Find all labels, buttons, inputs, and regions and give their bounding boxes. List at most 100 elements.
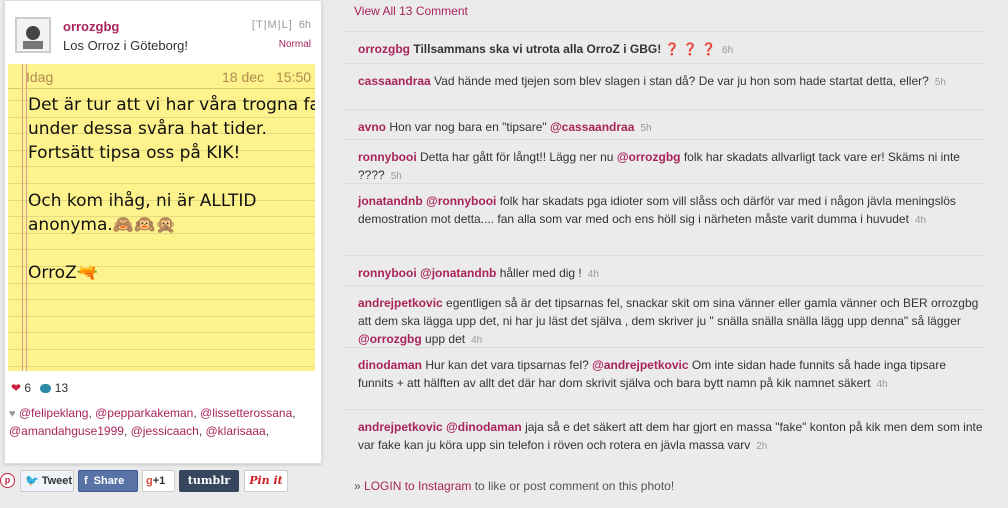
comment-username[interactable]: orrozgbg bbox=[358, 42, 410, 56]
ruled-line bbox=[8, 116, 315, 118]
comment-body: ronnybooi @jonatandnb håller med dig ! 4h bbox=[344, 256, 984, 284]
comment-time: 5h bbox=[934, 77, 946, 88]
comment-icon[interactable] bbox=[40, 384, 52, 394]
note-time: 15:50 bbox=[276, 69, 312, 85]
comment-text: Detta har gått för långt!! Lägg ner nu bbox=[420, 150, 617, 164]
login-suffix: to like or post comment on this photo! bbox=[471, 479, 675, 493]
comment-username[interactable]: avno bbox=[358, 120, 386, 134]
separator: , bbox=[292, 406, 296, 420]
twitter-icon: 🐦 bbox=[25, 475, 39, 487]
liker-link[interactable]: @jessicaach bbox=[131, 424, 199, 438]
mention-link[interactable]: @orrozgbg bbox=[358, 332, 422, 346]
comment-time: 6h bbox=[722, 45, 734, 56]
tweet-button[interactable]: 🐦 Tweet bbox=[20, 470, 74, 492]
comment-item: ronnybooi @jonatandnb håller med dig ! 4h bbox=[344, 255, 984, 284]
separator: , bbox=[198, 424, 206, 438]
likers-list: ♥ @felipeklang, @pepparkakeman, @lissett… bbox=[9, 405, 315, 440]
mention-link[interactable]: @orrozgbg bbox=[617, 150, 681, 164]
liker-link[interactable]: @klarisaaa bbox=[206, 424, 266, 438]
comment-text: Hon var nog bara en "tipsare" bbox=[389, 120, 550, 134]
post-stats: ❤ 6 13 bbox=[11, 381, 68, 395]
comment-username[interactable]: dinodaman bbox=[358, 358, 422, 372]
note-text-line: OrroZ🔫 bbox=[28, 263, 98, 283]
heart-icon: ♥ bbox=[9, 408, 16, 420]
post-username[interactable]: orrozgbg bbox=[63, 19, 119, 34]
login-prompt: » LOGIN to Instagram to like or post com… bbox=[354, 479, 674, 493]
liker-link[interactable]: @pepparkakeman bbox=[95, 406, 193, 420]
liker-link[interactable]: @felipeklang bbox=[19, 406, 89, 420]
ruled-line bbox=[8, 365, 315, 367]
comment-item: avno Hon var nog bara en "tipsare" @cass… bbox=[344, 109, 984, 138]
login-prefix: » bbox=[354, 479, 365, 493]
ruled-line bbox=[8, 249, 315, 251]
comment-time: 4h bbox=[876, 379, 888, 390]
note-day: Idag bbox=[26, 69, 54, 85]
separator: , bbox=[123, 424, 131, 438]
facebook-share-button[interactable]: f Share bbox=[78, 470, 138, 492]
comment-body: ronnybooi Detta har gått för långt!! Läg… bbox=[344, 140, 984, 186]
ruled-line bbox=[8, 166, 315, 168]
comment-body: dinodaman Hur kan det vara tipsarnas fel… bbox=[344, 348, 984, 394]
comment-text: håller med dig ! bbox=[496, 266, 582, 280]
comment-body: jonatandnb @ronnybooi folk har skadats p… bbox=[344, 184, 984, 230]
comment-item: andrejpetkovic egentligen så är det tips… bbox=[344, 285, 984, 350]
gplus-label: +1 bbox=[152, 475, 166, 487]
mention-link[interactable]: @jonatandnb bbox=[420, 266, 496, 280]
comment-item: orrozgbg Tillsammans ska vi utrota alla … bbox=[344, 31, 984, 60]
comment-body: cassaandraa Vad hände med tjejen som ble… bbox=[344, 64, 984, 92]
login-link[interactable]: LOGIN to Instagram bbox=[364, 479, 471, 493]
comment-item: dinodaman Hur kan det vara tipsarnas fel… bbox=[344, 347, 984, 394]
comment-username[interactable]: andrejpetkovic bbox=[358, 420, 443, 434]
mention-link[interactable]: @andrejpetkovic bbox=[592, 358, 688, 372]
question-icon: ❓ ❓ ❓ bbox=[664, 42, 717, 56]
comment-text: upp det bbox=[421, 332, 466, 346]
ruled-line bbox=[8, 332, 315, 334]
tweet-label: Tweet bbox=[41, 475, 73, 487]
mention-link[interactable]: @dinodaman bbox=[446, 420, 522, 434]
comment-username[interactable]: cassaandraa bbox=[358, 74, 431, 88]
comment-time: 5h bbox=[640, 123, 652, 134]
post-column: orrozgbg Los Orroz i Göteborg! [T|M|L] 6h… bbox=[0, 0, 330, 508]
post-time: 6h bbox=[298, 19, 311, 31]
comment-body: andrejpetkovic @dinodaman jaja så e det … bbox=[344, 410, 984, 456]
pin-it-button[interactable]: Pin it bbox=[244, 470, 288, 492]
comment-item: cassaandraa Vad hände med tjejen som ble… bbox=[344, 63, 984, 92]
note-text-line: Det är tur att vi har våra trogna fans bbox=[28, 95, 315, 115]
separator: , bbox=[265, 424, 270, 438]
liker-link[interactable]: @amandahguse1999 bbox=[9, 424, 124, 438]
pinterest-icon[interactable]: p bbox=[0, 473, 15, 488]
view-links[interactable]: [T|M|L] bbox=[252, 19, 293, 31]
note-header: Idag 18 dec 15:50 bbox=[8, 64, 315, 89]
tumblr-button[interactable]: tumblr bbox=[179, 470, 239, 492]
view-all-comments-link[interactable]: View All 13 Comment bbox=[354, 4, 468, 18]
margin-line bbox=[26, 64, 27, 371]
note-date: 18 dec bbox=[222, 69, 265, 85]
margin-line bbox=[22, 64, 23, 371]
comment-username[interactable]: ronnybooi bbox=[358, 266, 417, 280]
ruled-line bbox=[8, 183, 315, 184]
mention-link[interactable]: @cassaandraa bbox=[550, 120, 634, 134]
heart-icon[interactable]: ❤ bbox=[11, 381, 21, 395]
comment-username[interactable]: ronnybooi bbox=[358, 150, 417, 164]
comment-item: andrejpetkovic @dinodaman jaja så e det … bbox=[344, 409, 984, 456]
comment-body: andrejpetkovic egentligen så är det tips… bbox=[344, 286, 984, 350]
liker-link[interactable]: @lissetterossana bbox=[200, 406, 292, 420]
mention-link[interactable]: @ronnybooi bbox=[426, 194, 496, 208]
filter-label[interactable]: Normal bbox=[279, 39, 311, 50]
facebook-label: Share bbox=[93, 475, 125, 487]
comment-text: Tillsammans ska vi utrota alla OrroZ i G… bbox=[413, 42, 665, 56]
comments-count: 13 bbox=[54, 381, 69, 395]
note-text-line: Fortsätt tipsa oss på KIK! bbox=[28, 143, 241, 163]
gplus-button[interactable]: g+1 bbox=[142, 470, 175, 492]
comment-text: Vad hände med tjejen som blev slagen i s… bbox=[434, 74, 929, 88]
avatar[interactable] bbox=[15, 17, 51, 53]
facebook-icon: f bbox=[84, 475, 88, 487]
comment-body: orrozgbg Tillsammans ska vi utrota alla … bbox=[344, 32, 984, 60]
post-links: [T|M|L] 6h bbox=[252, 19, 311, 31]
comment-username[interactable]: andrejpetkovic bbox=[358, 296, 443, 310]
comment-username[interactable]: jonatandnb bbox=[358, 194, 423, 208]
post-photo[interactable]: Idag 18 dec 15:50 Det är tur att vi har … bbox=[8, 64, 315, 371]
comment-text: egentligen så är det tipsarnas fel, snac… bbox=[358, 296, 979, 328]
comment-item: jonatandnb @ronnybooi folk har skadats p… bbox=[344, 183, 984, 230]
note-text-line: under dessa svåra hat tider. bbox=[28, 119, 267, 139]
